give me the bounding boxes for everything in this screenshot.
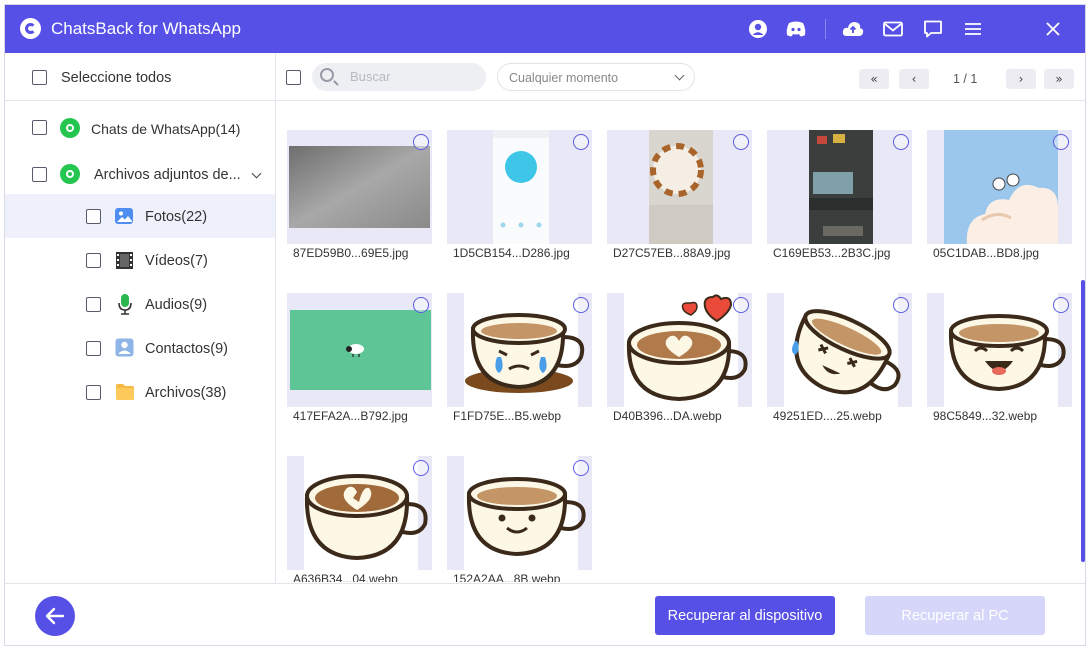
whatsapp-icon [60,164,80,184]
sidebar-item-audios[interactable]: Audios(9) [5,282,275,326]
file-thumbnail[interactable] [287,130,432,244]
select-all-label: Seleccione todos [61,70,172,86]
chevron-down-icon [674,70,685,81]
select-circle[interactable] [573,460,589,476]
select-circle[interactable] [573,134,589,150]
attachments-checkbox[interactable] [32,167,47,182]
archivos-checkbox[interactable] [86,385,101,400]
select-circle[interactable] [1053,297,1069,313]
file-thumbnail[interactable] [447,456,592,570]
footer: Recuperar al dispositivo Recuperar al PC [5,583,1085,645]
select-circle[interactable] [1053,134,1069,150]
recover-to-pc-button: Recuperar al PC [865,596,1045,635]
time-filter-value: Cualquier momento [509,71,619,85]
sidebar-item-label: Archivos(38) [145,385,227,401]
file-name: 152A2AA...8B.webp [453,572,561,582]
file-thumbnail[interactable] [447,130,592,244]
select-page-checkbox[interactable] [286,70,301,85]
page-indicator: 1 / 1 [953,72,978,86]
sidebar-item-label: Contactos(9) [145,341,229,357]
file-name: C169EB53...2B3C.jpg [773,246,891,260]
file-thumbnail[interactable] [287,293,432,407]
select-circle[interactable] [893,134,909,150]
discord-icon[interactable] [784,17,808,41]
contact-icon [115,338,134,357]
file-thumbnail[interactable] [767,130,912,244]
file-name: F1FD75E...B5.webp [453,409,562,423]
back-button[interactable] [35,596,75,636]
file-grid: 87ED59B0...69E5.jpg 1D5CB154...D286.jpg … [277,102,1077,582]
chat-icon[interactable] [921,17,945,41]
title-bar: ChatsBack for WhatsApp [5,5,1085,53]
sidebar-item-label: Audios(9) [145,297,208,313]
grid-scrollbar[interactable] [1081,280,1085,562]
sidebar-item-label: Fotos(22) [145,209,208,225]
chevron-down-icon[interactable] [251,168,262,179]
file-thumbnail[interactable] [447,293,592,407]
search-icon [320,68,334,82]
file-thumbnail[interactable] [287,456,432,570]
microphone-icon [118,294,132,315]
videos-checkbox[interactable] [86,253,101,268]
select-circle[interactable] [893,297,909,313]
select-all-checkbox[interactable] [32,70,47,85]
sidebar-item-archivos[interactable]: Archivos(38) [5,370,275,414]
file-thumbnail[interactable] [927,130,1072,244]
file-name: D40B396...DA.webp [613,409,722,423]
file-name: 87ED59B0...69E5.jpg [293,246,409,260]
file-name: A636B34...04.webp [293,572,398,582]
next-page-button[interactable]: › [1006,69,1036,89]
file-thumbnail[interactable] [767,293,912,407]
select-circle[interactable] [413,460,429,476]
file-name: 05C1DAB...BD8.jpg [933,246,1040,260]
photos-icon [115,208,133,224]
file-thumbnail[interactable] [927,293,1072,407]
sidebar-item-chats[interactable]: Chats de WhatsApp(14) [91,121,240,137]
select-all-row: Seleccione todos [5,53,275,101]
sidebar-item-videos[interactable]: Vídeos(7) [5,238,275,282]
search-input[interactable] [350,69,470,84]
menu-icon[interactable] [961,17,985,41]
time-filter-select[interactable]: Cualquier momento [497,63,695,91]
chats-checkbox[interactable] [32,120,47,135]
app-title: ChatsBack for WhatsApp [51,19,241,38]
contactos-checkbox[interactable] [86,341,101,356]
recover-to-device-button[interactable]: Recuperar al dispositivo [655,596,835,635]
sidebar: Seleccione todos Chats de WhatsApp(14) A… [5,53,276,583]
file-thumbnail[interactable] [607,130,752,244]
whatsapp-icon [60,118,80,138]
fotos-checkbox[interactable] [86,209,101,224]
arrow-left-icon [45,607,65,625]
select-circle[interactable] [573,297,589,313]
file-thumbnail[interactable] [607,293,752,407]
app-window: ChatsBack for WhatsApp Seleccione todos [4,4,1086,646]
search-box [312,63,486,91]
sidebar-item-contactos[interactable]: Contactos(9) [5,326,275,370]
select-circle[interactable] [413,134,429,150]
select-circle[interactable] [733,297,749,313]
mail-icon[interactable] [881,17,905,41]
file-name: 1D5CB154...D286.jpg [453,246,570,260]
file-name: D27C57EB...88A9.jpg [613,246,731,260]
sidebar-item-label: Vídeos(7) [145,253,208,269]
titlebar-divider [825,19,826,39]
select-circle[interactable] [733,134,749,150]
last-page-button[interactable]: » [1044,69,1074,89]
app-logo-icon [20,18,41,39]
file-name: 417EFA2A...B792.jpg [293,409,408,423]
video-icon [116,252,133,269]
file-name: 98C5849...32.webp [933,409,1038,423]
folder-icon [116,384,134,400]
toolbar: Cualquier momento « ‹ 1 / 1 › » [277,53,1085,101]
sidebar-item-fotos[interactable]: Fotos(22) [5,194,275,238]
file-name: 49251ED....25.webp [773,409,882,423]
select-circle[interactable] [413,297,429,313]
close-icon[interactable] [1041,17,1065,41]
user-icon[interactable] [746,17,770,41]
prev-page-button[interactable]: ‹ [899,69,929,89]
sidebar-item-attachments[interactable]: Archivos adjuntos de... [94,167,241,183]
first-page-button[interactable]: « [859,69,889,89]
audios-checkbox[interactable] [86,297,101,312]
cloud-icon[interactable] [841,17,865,41]
